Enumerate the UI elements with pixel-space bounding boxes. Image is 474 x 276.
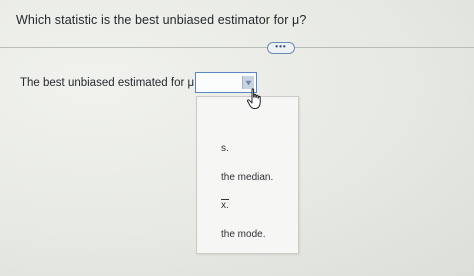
option-x-bar[interactable]: x. xyxy=(221,199,229,211)
option-the-median[interactable]: the median. xyxy=(221,172,273,183)
answer-prompt: The best unbiased estimated for μ is xyxy=(20,77,206,89)
option-the-mode[interactable]: the mode. xyxy=(221,229,265,240)
hand-pointer-icon xyxy=(246,88,264,110)
option-s[interactable]: s. xyxy=(221,143,229,154)
question-page: Which statistic is the best unbiased est… xyxy=(0,0,474,276)
question-text: Which statistic is the best unbiased est… xyxy=(16,13,307,27)
more-button[interactable]: ••• xyxy=(267,42,295,54)
dropdown-menu: s. the median. x. the mode. xyxy=(196,96,299,254)
divider xyxy=(0,47,474,48)
